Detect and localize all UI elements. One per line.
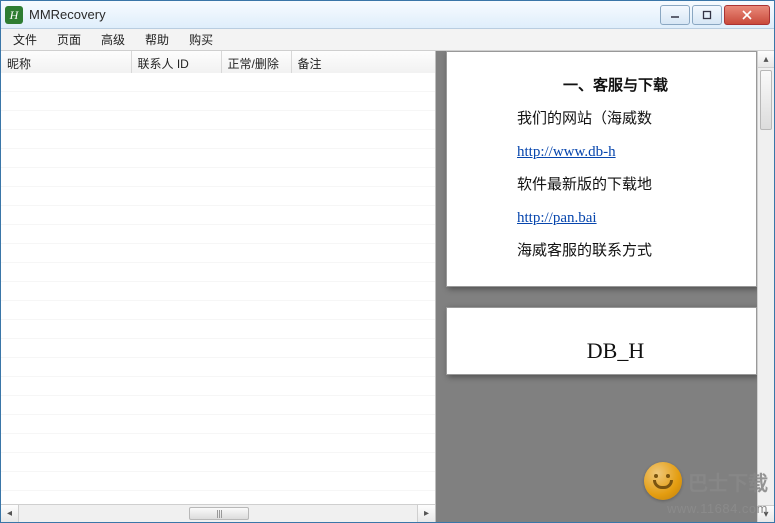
menu-buy[interactable]: 购买: [179, 29, 223, 50]
menu-page[interactable]: 页面: [47, 29, 91, 50]
left-pane: 昵称 联系人 ID 正常/删除 备注 ◂ ▸: [1, 51, 436, 522]
scroll-track[interactable]: [19, 505, 417, 522]
horizontal-scrollbar[interactable]: ◂ ▸: [1, 504, 435, 522]
table-body-empty[interactable]: [1, 73, 435, 504]
doc-link-1[interactable]: http://www.db-h: [517, 144, 616, 160]
vscroll-track[interactable]: [758, 68, 774, 505]
app-icon: H: [5, 6, 23, 24]
scroll-thumb[interactable]: [189, 507, 249, 520]
titlebar[interactable]: H MMRecovery: [1, 1, 774, 29]
table-wrap: 昵称 联系人 ID 正常/删除 备注: [1, 51, 435, 504]
doc-link-2[interactable]: http://pan.bai: [517, 210, 597, 226]
document-page-2: DB_H: [446, 307, 757, 375]
menu-help[interactable]: 帮助: [135, 29, 179, 50]
right-pane: 一、客服与下载 我们的网站（海威数 http://www.db-h 软件最新版的…: [436, 51, 774, 522]
document-page-1: 一、客服与下载 我们的网站（海威数 http://www.db-h 软件最新版的…: [446, 51, 757, 287]
scroll-up-arrow-icon[interactable]: ▴: [758, 51, 774, 68]
minimize-button[interactable]: [660, 5, 690, 25]
vertical-scrollbar[interactable]: ▴ ▾: [757, 51, 774, 522]
scroll-down-arrow-icon[interactable]: ▾: [758, 505, 774, 522]
maximize-button[interactable]: [692, 5, 722, 25]
close-button[interactable]: [724, 5, 770, 25]
doc2-text: DB_H: [587, 338, 644, 363]
client-area: 昵称 联系人 ID 正常/删除 备注 ◂ ▸: [1, 51, 774, 522]
scroll-right-arrow-icon[interactable]: ▸: [417, 505, 435, 522]
doc-line-2: 软件最新版的下载地: [517, 169, 744, 202]
menubar: 文件 页面 高级 帮助 购买: [1, 29, 774, 51]
menu-advanced[interactable]: 高级: [91, 29, 135, 50]
doc-line-1: 我们的网站（海威数: [517, 103, 744, 136]
document-viewer[interactable]: 一、客服与下载 我们的网站（海威数 http://www.db-h 软件最新版的…: [436, 51, 757, 522]
menu-file[interactable]: 文件: [3, 29, 47, 50]
window-title: MMRecovery: [29, 7, 660, 22]
window-controls: [660, 5, 770, 25]
doc-heading: 一、客服与下载: [487, 70, 744, 103]
doc-line-3: 海威客服的联系方式: [517, 235, 744, 268]
app-window: H MMRecovery 文件 页面 高级 帮助 购买: [0, 0, 775, 523]
vscroll-thumb[interactable]: [760, 70, 772, 130]
scroll-left-arrow-icon[interactable]: ◂: [1, 505, 19, 522]
